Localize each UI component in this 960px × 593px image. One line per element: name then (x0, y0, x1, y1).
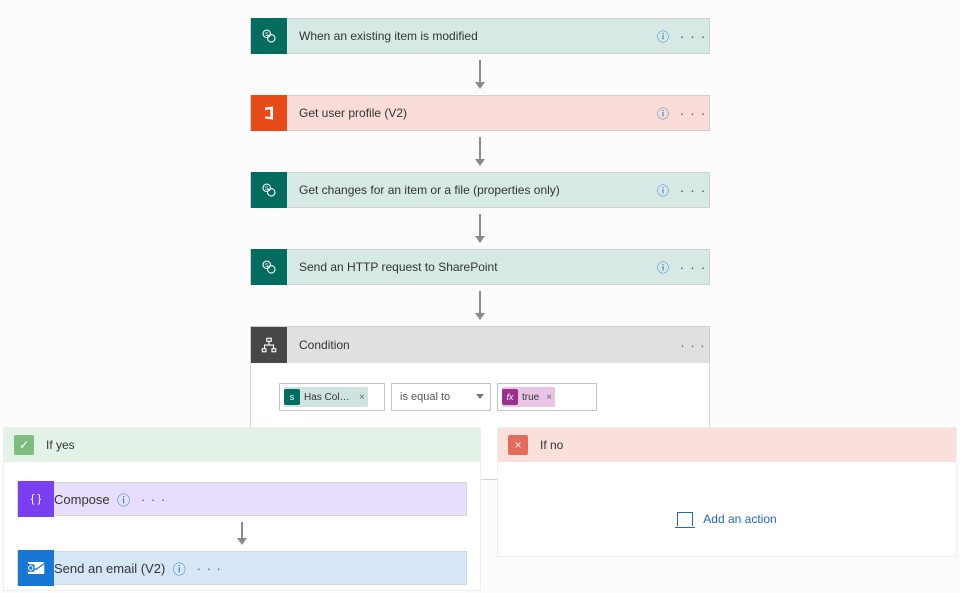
action-send-email[interactable]: Send an email (V2) ⓘ · · · (17, 551, 467, 585)
chevron-down-icon (476, 394, 484, 399)
sharepoint-icon: s (284, 389, 300, 405)
action-http-request[interactable]: S Send an HTTP request to SharePoint ⓘ ·… (250, 249, 710, 285)
fx-icon: fx (502, 389, 518, 405)
remove-token-icon[interactable]: × (543, 392, 555, 403)
add-action-icon (677, 512, 693, 526)
help-icon[interactable]: ⓘ (110, 490, 138, 509)
add-action-button[interactable]: Add an action (677, 512, 776, 526)
if-no-branch: × If no Add an action (497, 427, 957, 557)
if-yes-body: { } Compose ⓘ · · · Send an email (V2) ⓘ… (4, 462, 480, 591)
help-icon[interactable]: ⓘ (649, 182, 677, 199)
trigger-sharepoint-modified[interactable]: S When an existing item is modified ⓘ · … (250, 18, 710, 54)
flow-canvas: S When an existing item is modified ⓘ · … (0, 0, 960, 592)
token-label: true (518, 392, 543, 403)
office-icon (251, 95, 287, 131)
step-label: Send an email (V2) (54, 561, 165, 576)
condition-header[interactable]: Condition · · · (251, 327, 709, 363)
condition-left-operand[interactable]: s Has Colu… × (279, 383, 385, 411)
check-icon: ✓ (14, 435, 34, 455)
sharepoint-icon: S (251, 249, 287, 285)
main-stack: S When an existing item is modified ⓘ · … (250, 18, 710, 480)
help-icon[interactable]: ⓘ (165, 559, 193, 578)
more-icon[interactable]: · · · (677, 105, 709, 121)
condition-operator-select[interactable]: is equal to (391, 383, 491, 411)
condition-branches: ✓ If yes { } Compose ⓘ · · · Send an ema… (0, 427, 960, 593)
outlook-icon (18, 550, 54, 586)
action-get-changes[interactable]: S Get changes for an item or a file (pro… (250, 172, 710, 208)
close-icon: × (508, 435, 528, 455)
more-icon[interactable]: · · · (138, 492, 170, 507)
remove-token-icon[interactable]: × (356, 392, 368, 403)
if-no-header[interactable]: × If no (498, 428, 956, 462)
more-icon[interactable]: · · · (193, 561, 225, 576)
step-label: Send an HTTP request to SharePoint (287, 260, 649, 274)
condition-title: Condition (287, 338, 677, 352)
step-label: When an existing item is modified (287, 29, 649, 43)
condition-row: s Has Colu… × is equal to fx true × (279, 383, 681, 411)
if-yes-header[interactable]: ✓ If yes (4, 428, 480, 462)
svg-text:S: S (265, 263, 269, 269)
if-yes-branch: ✓ If yes { } Compose ⓘ · · · Send an ema… (3, 427, 481, 591)
step-label: Get changes for an item or a file (prope… (287, 183, 649, 197)
svg-text:S: S (265, 32, 269, 38)
sharepoint-icon: S (251, 172, 287, 208)
more-icon[interactable]: · · · (677, 338, 709, 353)
help-icon[interactable]: ⓘ (649, 105, 677, 122)
if-no-body: Add an action (498, 462, 956, 546)
add-action-label: Add an action (703, 512, 776, 526)
step-label: Compose (54, 492, 110, 507)
operator-label: is equal to (400, 391, 450, 403)
action-compose[interactable]: { } Compose ⓘ · · · (17, 482, 467, 516)
condition-right-operand[interactable]: fx true × (497, 383, 597, 411)
step-label: Get user profile (V2) (287, 106, 649, 120)
sharepoint-icon: S (251, 18, 287, 54)
if-yes-label: If yes (46, 438, 75, 452)
action-get-user-profile[interactable]: Get user profile (V2) ⓘ · · · (250, 95, 710, 131)
help-icon[interactable]: ⓘ (649, 259, 677, 276)
dynamic-token[interactable]: s Has Colu… × (284, 387, 368, 407)
more-icon[interactable]: · · · (677, 28, 709, 44)
compose-icon: { } (18, 481, 54, 517)
more-icon[interactable]: · · · (677, 259, 709, 275)
expression-token[interactable]: fx true × (502, 387, 555, 407)
token-label: Has Colu… (300, 392, 356, 403)
if-no-label: If no (540, 438, 563, 452)
condition-icon (251, 327, 287, 363)
help-icon[interactable]: ⓘ (649, 28, 677, 45)
svg-text:S: S (265, 186, 269, 192)
more-icon[interactable]: · · · (677, 182, 709, 198)
